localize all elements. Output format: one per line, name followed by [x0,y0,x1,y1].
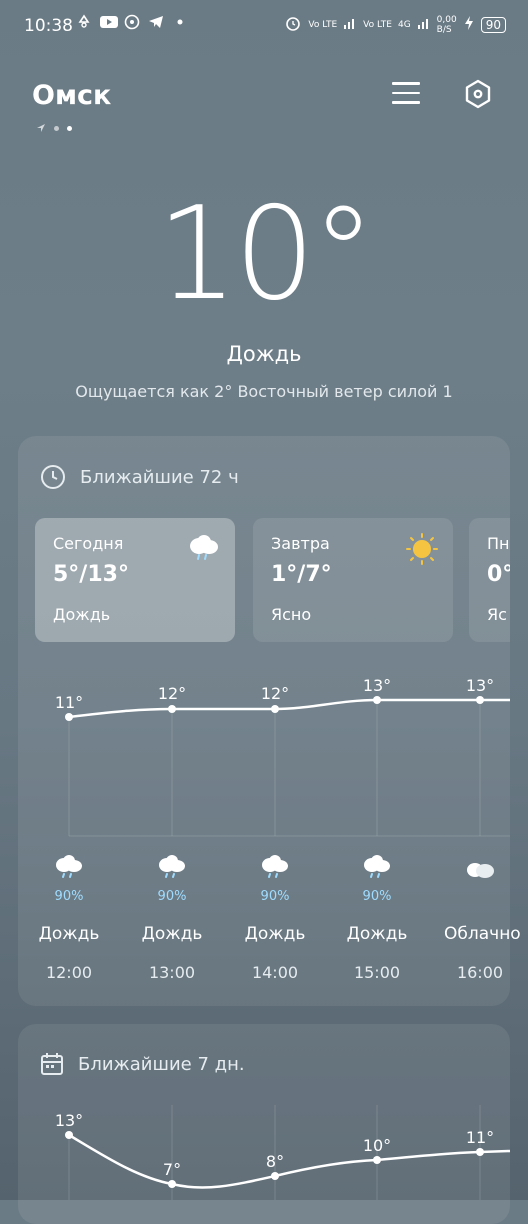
daily-forecast-card[interactable]: Ближайшие 7 дн. [18,1024,510,1224]
day-tile-label: Завтра [271,534,330,553]
location-arrow-icon [37,124,45,132]
calendar-icon [41,1053,63,1075]
whatsapp-icon [124,14,140,30]
signal1-icon [343,16,357,33]
notification-icons [76,14,188,30]
settings-icon [465,79,491,109]
day-tile-condition: Дождь [53,605,111,624]
day-tile-range: 5°/13° [53,562,129,587]
day-tile-range: 0° [487,562,510,587]
charging-icon [463,15,475,34]
clock-icon [41,465,65,489]
daily-card-header: Ближайшие 7 дн. [40,1052,245,1076]
recycle-icon [76,14,92,30]
day-tile-label: Пн [487,534,510,553]
menu-button[interactable] [392,82,420,106]
day-tile-condition: Ясно [271,605,312,624]
volte2-label: Vo LTE [363,19,392,30]
net-speed-unit: B/S [436,24,452,35]
daily-card-title: Ближайшие 7 дн. [78,1053,245,1075]
page-dot [54,125,59,131]
battery-level: 90 [480,16,506,33]
day-tile-condition: Яс [487,605,507,624]
rain-cloud-icon [190,535,218,560]
menu-icon [392,82,420,85]
alarm-icon [284,14,302,35]
feels-like-wind: Ощущается как 2° Восточный ветер силой 1 [75,382,453,401]
volte1-label: Vo LTE [308,19,338,30]
telegram-icon [148,14,164,30]
current-condition: Дождь [226,342,302,366]
page-indicator [36,123,72,133]
status-right: Vo LTE Vo LTE 4G 0,00 B/S 90 [284,14,506,35]
day-tile-today[interactable]: Сегодня 5°/13° Дождь [35,518,235,642]
youtube-icon [100,14,118,30]
settings-button[interactable] [462,78,494,110]
day-tile-label: Сегодня [53,534,124,553]
hourly-card-title: Ближайшие 72 ч [80,466,239,488]
status-time: 10:38 [24,16,73,36]
day-tile-range: 1°/7° [271,562,332,587]
page-dot-active [67,125,72,131]
net-speed-value: 0,00 [436,14,457,25]
sun-icon [406,533,438,565]
day-tile-tomorrow[interactable]: Завтра 1°/7° Ясно [253,518,453,642]
net-4g-label: 4G [397,19,411,30]
city-name[interactable]: Омск [32,80,111,111]
net-speed: 0,00 B/S [437,15,457,35]
day-tiles: Сегодня 5°/13° Дождь Завтра 1°/7° Ясно П… [35,518,510,642]
day-tile-monday[interactable]: Пн 0° Яс [469,518,510,642]
dot-icon [172,14,188,30]
hourly-card-header: Ближайшие 72 ч [40,464,239,490]
hourly-forecast-card[interactable]: Ближайшие 72 ч Сегодня 5°/13° Дождь Завт… [18,436,510,1006]
status-bar: 10:38 Vo LTE Vo LTE 4G 0,00 B/S 90 [0,0,528,52]
current-temperature: 10° [156,180,376,329]
signal2-icon [417,16,431,33]
